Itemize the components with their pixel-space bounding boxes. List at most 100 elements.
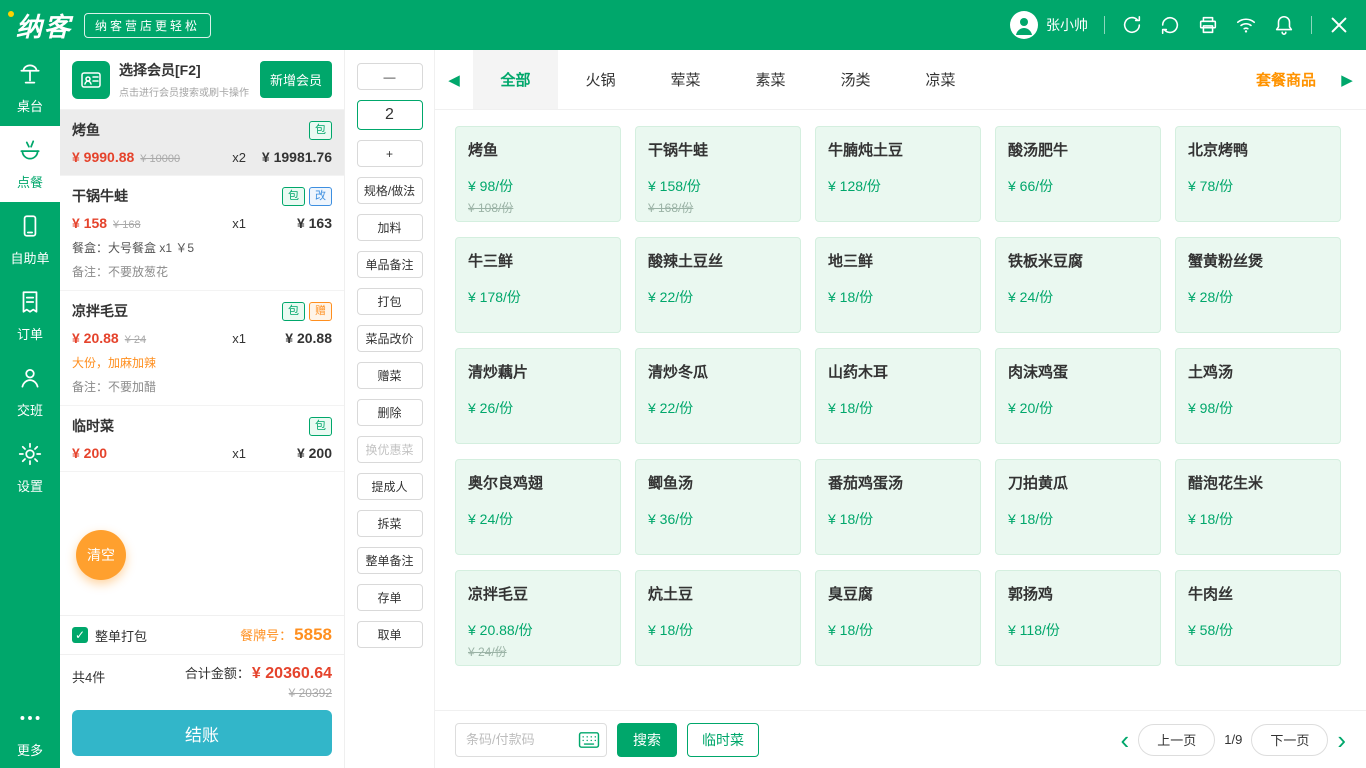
menu-item-card[interactable]: 牛肉丝¥ 58/份 [1175,570,1341,666]
menu-item-card[interactable]: 肉沫鸡蛋¥ 20/份 [995,348,1161,444]
topbar-actions: 张小帅 [1010,11,1350,39]
menu-item-card[interactable]: 酸辣土豆丝¥ 22/份 [635,237,801,333]
pack-button[interactable]: 打包 [357,288,423,315]
menu-item-card[interactable]: 北京烤鸭¥ 78/份 [1175,126,1341,222]
printer-icon[interactable] [1197,14,1219,36]
prev-page-button[interactable]: 上一页 [1138,724,1215,756]
menu-item-card[interactable]: 地三鲜¥ 18/份 [815,237,981,333]
menu-item-card[interactable]: 干锅牛蛙¥ 158/份¥ 168/份 [635,126,801,222]
cart-item[interactable]: 烤鱼 包 ¥ 9990.88 ¥ 10000 x2 ¥ 19981.76 [60,110,344,176]
menu-item-card[interactable]: 牛三鲜¥ 178/份 [455,237,621,333]
sidebar-item-settings[interactable]: 设置 [0,430,60,506]
add-ingredient-button[interactable]: 加料 [357,214,423,241]
delete-button[interactable]: 删除 [357,399,423,426]
menu-item-card[interactable]: 铁板米豆腐¥ 24/份 [995,237,1161,333]
menu-item-card[interactable]: 牛腩炖土豆¥ 128/份 [815,126,981,222]
menu-item-card[interactable]: 刀拍黄瓜¥ 18/份 [995,459,1161,555]
pack-checkbox[interactable]: ✓ [72,627,88,643]
retrieve-order-button[interactable]: 取单 [357,621,423,648]
menu-item-card[interactable]: 奥尔良鸡翅¥ 24/份 [455,459,621,555]
sidebar-item-label: 设置 [17,476,43,495]
menu-item-card[interactable]: 臭豆腐¥ 18/份 [815,570,981,666]
sidebar-item-more[interactable]: 更多 [0,696,60,768]
split-dish-button[interactable]: 拆菜 [357,510,423,537]
member-bar[interactable]: 选择会员[F2] 点击进行会员搜索或刷卡操作 新增会员 [60,50,344,109]
order-note-button[interactable]: 整单备注 [357,547,423,574]
brand-slogan: 纳客营店更轻松 [84,13,211,38]
bell-icon[interactable] [1273,14,1295,36]
menu-item-card[interactable]: 清炒藕片¥ 26/份 [455,348,621,444]
change-price-button[interactable]: 菜品改价 [357,325,423,352]
cart-item[interactable]: 临时菜 包 ¥ 200 x1 ¥ 200 [60,406,344,472]
refresh-icon[interactable] [1159,14,1181,36]
sidebar-item-order[interactable]: 点餐 [0,126,60,202]
cart-item-original-price: ¥ 168 [113,219,141,231]
member-texts: 选择会员[F2] 点击进行会员搜索或刷卡操作 [119,60,251,99]
menu-item-card[interactable]: 烤鱼¥ 98/份¥ 108/份 [455,126,621,222]
qty-plus-button[interactable]: + [357,140,423,167]
add-member-button[interactable]: 新增会员 [260,61,332,98]
menu-item-card[interactable]: 酸汤肥牛¥ 66/份 [995,126,1161,222]
sidebar-item-orders[interactable]: 订单 [0,278,60,354]
cart-item-price: ¥ 158 [72,215,107,231]
menu-item-card[interactable]: 番茄鸡蛋汤¥ 18/份 [815,459,981,555]
checkout-button[interactable]: 结账 [72,710,332,756]
gift-dish-button[interactable]: 赠菜 [357,362,423,389]
clear-cart-button[interactable]: 清空 [76,530,126,580]
cart-item-qty: x1 [232,216,246,231]
menu-item-card[interactable]: 鲫鱼汤¥ 36/份 [635,459,801,555]
cart-item[interactable]: 干锅牛蛙 包 改 ¥ 158 ¥ 168 x1 ¥ 163 餐盒：大号餐盒 x1… [60,176,344,291]
member-card-icon [72,61,110,99]
item-note-button[interactable]: 单品备注 [357,251,423,278]
tab-soup[interactable]: 汤类 [813,50,898,109]
menu-item-card[interactable]: 炕土豆¥ 18/份 [635,570,801,666]
topbar: 纳客 纳客营店更轻松 张小帅 [0,0,1366,50]
menu-item-card[interactable]: 土鸡汤¥ 98/份 [1175,348,1341,444]
qty-minus-button[interactable]: — [357,63,423,90]
sidebar-item-label: 桌台 [17,96,43,115]
phone-icon [17,213,43,242]
sidebar-item-label: 点餐 [17,172,43,191]
cart-item-note: 备注：不要放葱花 [72,263,332,280]
pos-app-window: 纳客 纳客营店更轻松 张小帅 [0,0,1366,768]
more-dots-icon [17,705,43,734]
cart-item[interactable]: 凉拌毛豆 包 赠 ¥ 20.88 ¥ 24 x1 ¥ 20.88 大份，加麻加辣… [60,291,344,406]
tab-meat[interactable]: 荤菜 [643,50,728,109]
next-page-button[interactable]: 下一页 [1251,724,1328,756]
cart-item-qty: x2 [232,150,246,165]
next-chevron-icon[interactable]: › [1337,730,1346,750]
sidebar-item-tables[interactable]: 桌台 [0,50,60,126]
tab-all[interactable]: 全部 [473,50,558,109]
category-tabs: ◀ 全部 火锅 荤菜 素菜 汤类 凉菜 套餐商品 ▶ [435,50,1366,110]
tab-hotpot[interactable]: 火锅 [558,50,643,109]
totals-row: 共4件 合计金额： ¥ 20360.64 ¥ 20392 [60,654,344,704]
sync-icon[interactable] [1121,14,1143,36]
temp-dish-button[interactable]: 临时菜 [687,723,759,757]
save-order-button[interactable]: 存单 [357,584,423,611]
commission-person-button[interactable]: 提成人 [357,473,423,500]
wifi-icon[interactable] [1235,14,1257,36]
search-button[interactable]: 搜索 [617,723,677,757]
sidebar-item-shift[interactable]: 交班 [0,354,60,430]
cart-item-note: 备注：不要加醋 [72,378,332,395]
menu-item-card[interactable]: 郭扬鸡¥ 118/份 [995,570,1161,666]
keyboard-icon[interactable] [578,731,600,749]
menu-item-card[interactable]: 蟹黄粉丝煲¥ 28/份 [1175,237,1341,333]
tabs-left-arrow-icon[interactable]: ◀ [435,50,473,109]
tab-cold[interactable]: 凉菜 [898,50,983,109]
tabs-right-arrow-icon[interactable]: ▶ [1328,50,1366,109]
menu-item-card[interactable]: 醋泡花生米¥ 18/份 [1175,459,1341,555]
cart-list: 烤鱼 包 ¥ 9990.88 ¥ 10000 x2 ¥ 19981.76 干锅牛… [60,109,344,615]
tab-vegetable[interactable]: 素菜 [728,50,813,109]
prev-chevron-icon[interactable]: ‹ [1121,730,1130,750]
cart-item-total: ¥ 20.88 [246,330,332,346]
main-area: ◀ 全部 火锅 荤菜 素菜 汤类 凉菜 套餐商品 ▶ 烤鱼¥ 98/份¥ 108… [435,50,1366,768]
spec-method-button[interactable]: 规格/做法 [357,177,423,204]
menu-item-card[interactable]: 山药木耳¥ 18/份 [815,348,981,444]
menu-item-card[interactable]: 凉拌毛豆¥ 20.88/份¥ 24/份 [455,570,621,666]
sidebar-item-selforder[interactable]: 自助单 [0,202,60,278]
user-account[interactable]: 张小帅 [1010,11,1088,39]
tab-combo-products[interactable]: 套餐商品 [1244,50,1328,109]
close-icon[interactable] [1328,14,1350,36]
menu-item-card[interactable]: 清炒冬瓜¥ 22/份 [635,348,801,444]
